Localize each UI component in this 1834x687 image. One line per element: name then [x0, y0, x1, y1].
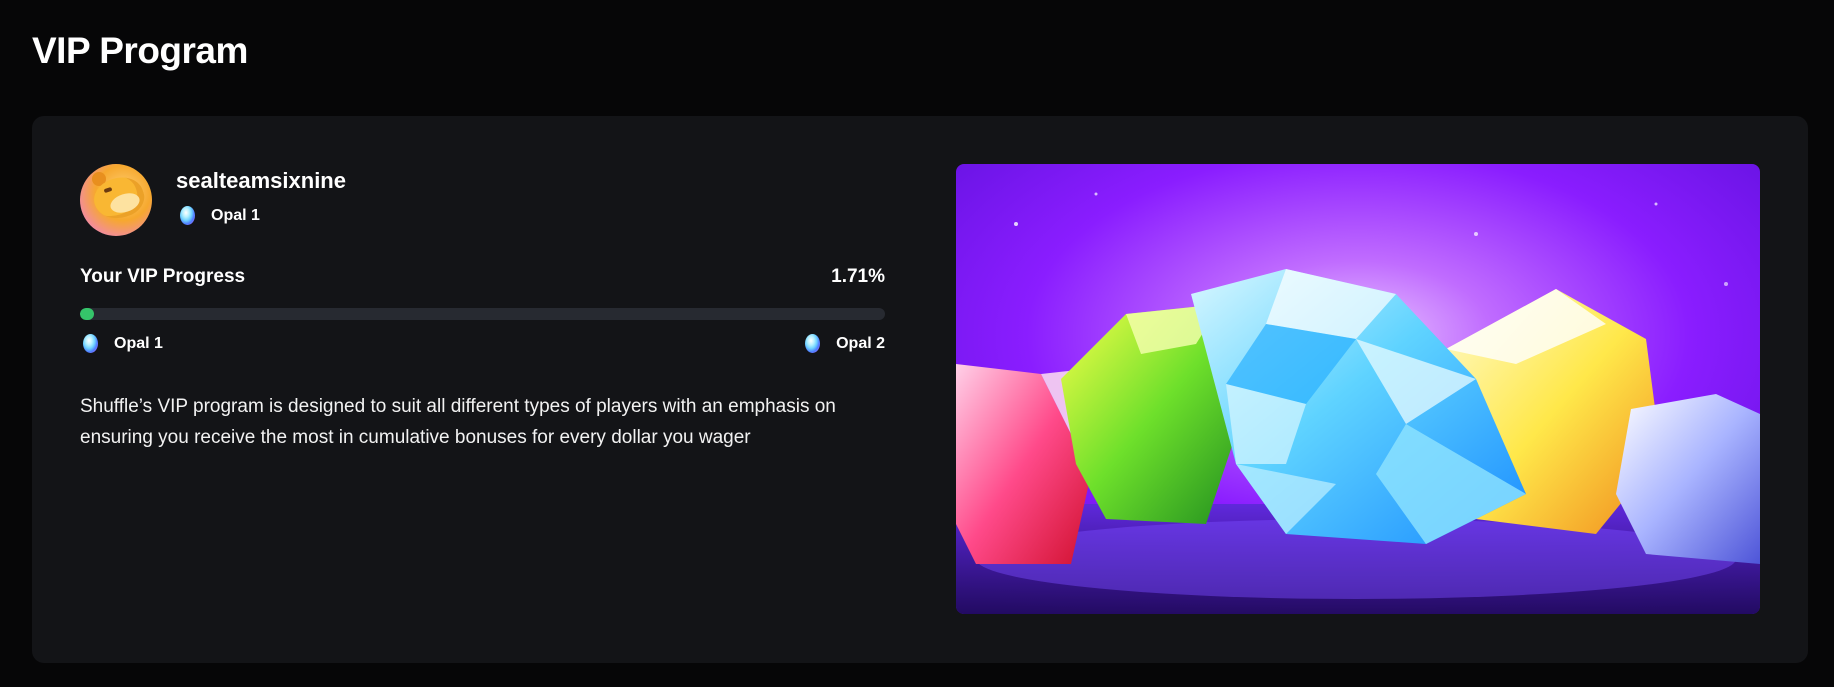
avatar[interactable] — [80, 164, 152, 236]
vip-info-panel: sealteamsixnine Opal 1 Your VIP Progress… — [80, 164, 885, 472]
rank-label: Opal 1 — [211, 206, 260, 224]
progress-percent: 1.71% — [831, 266, 885, 287]
progress-header: Your VIP Progress 1.71% — [80, 266, 885, 288]
current-level-label: Opal 1 — [114, 334, 163, 352]
vip-description: Shuffle’s VIP program is designed to sui… — [80, 396, 836, 448]
progress-bar — [80, 308, 885, 320]
page-title: VIP Program — [32, 30, 248, 71]
opal-gem-icon — [180, 206, 195, 225]
user-profile: sealteamsixnine Opal 1 — [80, 164, 885, 238]
progress-label: Your VIP Progress — [80, 266, 246, 287]
rank-badge: Opal 1 — [176, 206, 346, 225]
current-level: Opal 1 — [80, 334, 163, 353]
next-level-label: Opal 2 — [836, 334, 885, 352]
progress-levels: Opal 1 Opal 2 — [80, 334, 885, 353]
username[interactable]: sealteamsixnine — [176, 168, 346, 194]
gems-illustration — [956, 164, 1760, 614]
profile-info: sealteamsixnine Opal 1 — [176, 164, 346, 225]
opal-gem-icon — [83, 334, 98, 353]
next-level: Opal 2 — [802, 334, 885, 353]
opal-gem-icon — [805, 334, 821, 353]
progress-bar-fill — [80, 308, 94, 320]
vip-hero-image — [956, 164, 1760, 614]
vip-card: sealteamsixnine Opal 1 Your VIP Progress… — [32, 116, 1808, 663]
